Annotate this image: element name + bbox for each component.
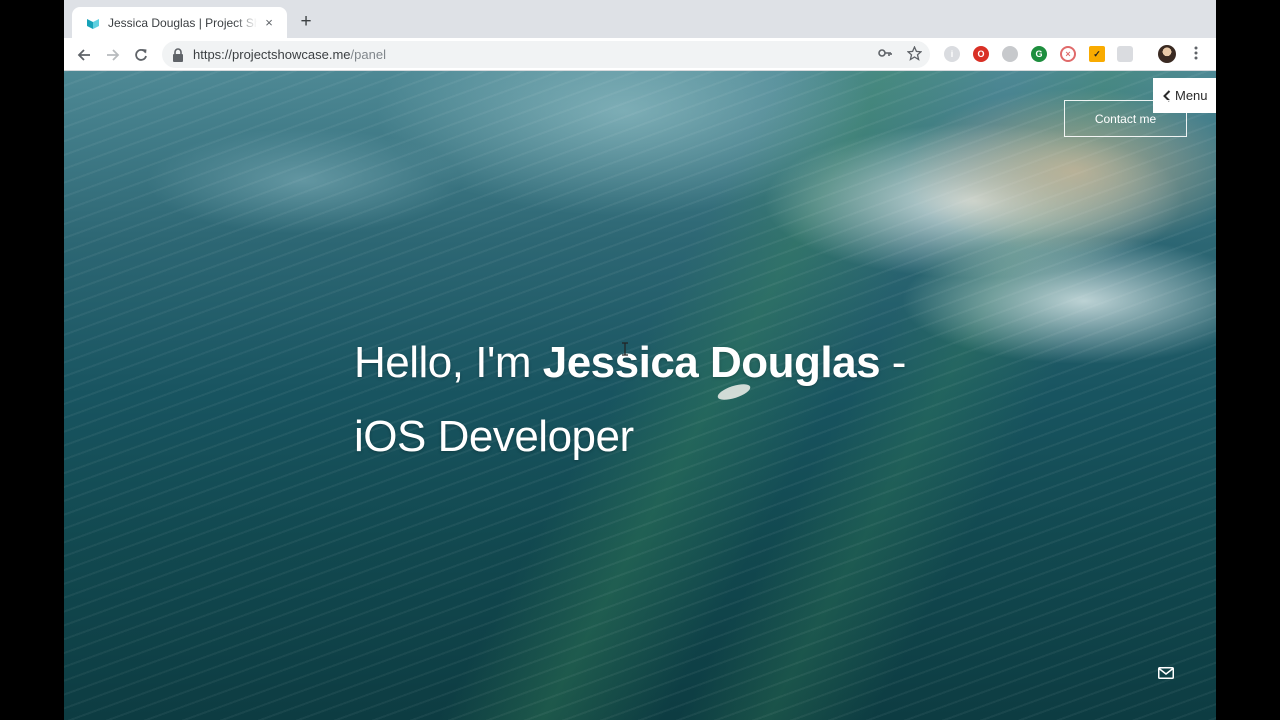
site-favicon-icon: [87, 18, 99, 29]
contact-me-button[interactable]: Contact me: [1064, 100, 1187, 137]
url-text: https://projectshowcase.me/panel: [193, 47, 386, 62]
lock-icon: [173, 47, 183, 62]
hero-name: Jessica Douglas: [542, 338, 881, 387]
browser-window: Jessica Douglas | Project Showcase × +: [64, 0, 1216, 720]
close-tab-icon[interactable]: ×: [261, 15, 277, 31]
tab-strip: Jessica Douglas | Project Showcase × +: [64, 0, 1216, 38]
more-vertical-icon[interactable]: [1188, 45, 1204, 61]
browser-toolbar: https://projectshowcase.me/panel i O G ×…: [64, 38, 1216, 71]
extension-chat-icon[interactable]: [1117, 46, 1133, 62]
tab-title: Jessica Douglas | Project Showcase: [108, 15, 257, 30]
browser-tab[interactable]: Jessica Douglas | Project Showcase ×: [72, 7, 287, 38]
text-cursor-icon: [622, 342, 628, 356]
extension-gray-icon[interactable]: [1002, 46, 1018, 62]
address-bar[interactable]: https://projectshowcase.me/panel: [162, 41, 930, 68]
url-host: https://projectshowcase.me: [193, 47, 351, 62]
reload-button[interactable]: [130, 44, 152, 66]
hero-greeting: Hello, I'm: [354, 338, 543, 387]
key-icon[interactable]: [877, 45, 893, 61]
arrow-right-icon: [107, 49, 120, 61]
hero-role: iOS Developer: [354, 412, 634, 461]
arrow-left-icon: [77, 49, 90, 61]
extension-info-icon[interactable]: i: [944, 46, 960, 62]
extension-checklist-icon[interactable]: ✓: [1089, 46, 1105, 62]
forward-button[interactable]: [102, 44, 124, 66]
mail-icon[interactable]: [1158, 667, 1174, 679]
bookmark-star-icon[interactable]: [906, 45, 922, 61]
url-path: /panel: [350, 47, 386, 62]
extension-opera-icon[interactable]: O: [973, 46, 989, 62]
extension-block-icon[interactable]: ×: [1060, 46, 1076, 62]
back-button[interactable]: [73, 44, 95, 66]
reload-icon: [135, 49, 147, 61]
page-viewport: Menu Contact me Hello, I'm Jessica Dougl…: [64, 71, 1216, 720]
extension-grammarly-icon[interactable]: G: [1031, 46, 1047, 62]
new-tab-button[interactable]: +: [296, 11, 316, 32]
hero-headline: Hello, I'm Jessica Douglas - iOS Develop…: [354, 326, 974, 474]
profile-avatar[interactable]: [1158, 45, 1176, 63]
hero-dash: -: [880, 338, 907, 387]
